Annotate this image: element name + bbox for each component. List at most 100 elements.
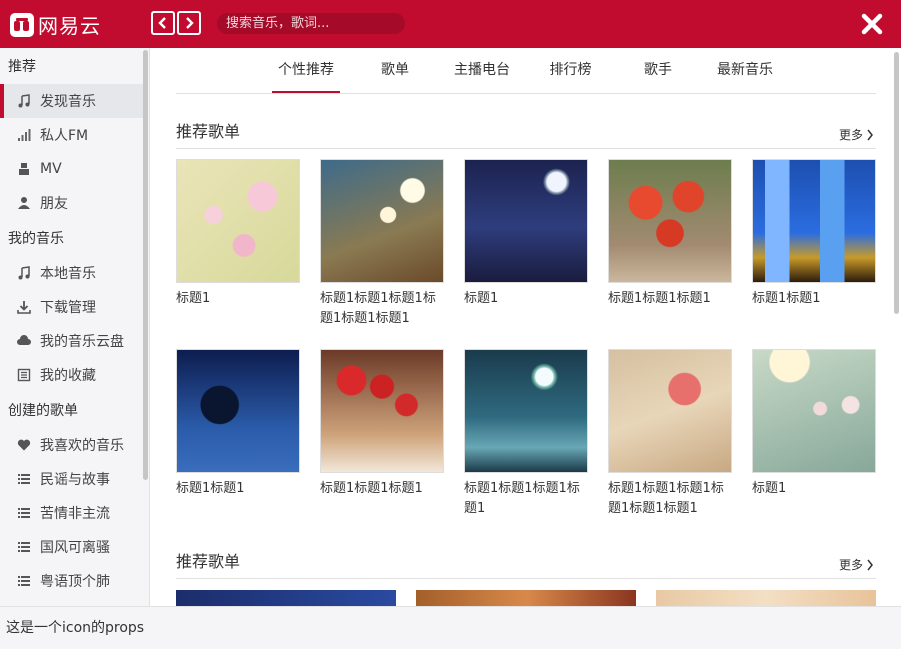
section-divider xyxy=(176,148,876,149)
music-note-icon xyxy=(16,265,32,281)
sidebar-item-label: 国风可离骚 xyxy=(40,540,110,556)
section-title: 推荐歌单 xyxy=(176,122,241,141)
sidebar: 推荐 发现音乐 私人FM MV 朋友 我的音乐 本地音乐 下载管理 我的音乐云盘 我的收藏 … xyxy=(0,48,150,606)
list-icon xyxy=(16,505,32,521)
search-input[interactable] xyxy=(217,13,405,34)
sidebar-item-label: 本地音乐 xyxy=(40,266,96,282)
sidebar-item[interactable]: 粤语顶个肺 xyxy=(0,564,143,598)
playlist-title[interactable]: 标题1 xyxy=(176,289,300,309)
status-bar: 这是一个icon的props xyxy=(0,606,901,649)
sidebar-item-label: 我的收藏 xyxy=(40,368,96,384)
main-scrollbar[interactable] xyxy=(894,52,899,314)
sidebar-section-recommend: 推荐 xyxy=(8,59,36,75)
sidebar-section-created-playlists: 创建的歌单 xyxy=(8,403,78,419)
playlist-card[interactable]: 标题1标题1标题1 xyxy=(320,349,444,499)
playlist-cover[interactable] xyxy=(416,590,636,606)
signal-bars-icon xyxy=(16,127,32,143)
back-button[interactable] xyxy=(151,11,175,35)
title-bar: 网易云 xyxy=(0,0,901,48)
playlist-cover[interactable] xyxy=(752,349,876,473)
more-link-2[interactable]: 更多 xyxy=(839,556,874,573)
sidebar-item-label: 我喜欢的音乐 xyxy=(40,438,124,454)
playlist-title[interactable]: 标题1标题1 xyxy=(176,479,300,499)
playlist-title[interactable]: 标题1标题1 xyxy=(752,289,876,309)
sidebar-item[interactable]: 民谣与故事 xyxy=(0,462,143,496)
tab-personal-recommend[interactable]: 个性推荐 xyxy=(272,60,340,93)
more-link[interactable]: 更多 xyxy=(839,126,874,143)
cloud-icon xyxy=(16,333,32,349)
close-icon xyxy=(861,13,883,35)
sidebar-item-label: 民谣与故事 xyxy=(40,472,110,488)
user-icon xyxy=(16,195,32,211)
playlist-card[interactable]: 标题1标题1 xyxy=(176,349,300,499)
more-label: 更多 xyxy=(839,128,864,142)
playlist-title[interactable]: 标题1标题1标题1 xyxy=(320,479,444,499)
sidebar-item[interactable]: MV xyxy=(0,152,143,186)
tab-charts[interactable]: 排行榜 xyxy=(548,60,593,93)
sidebar-item[interactable]: 国风可离骚 xyxy=(0,530,143,564)
heart-icon xyxy=(16,437,32,453)
sidebar-item-label: 下载管理 xyxy=(40,300,96,316)
playlist-cover[interactable] xyxy=(176,159,300,283)
sidebar-item[interactable]: 我的收藏 xyxy=(0,358,143,392)
sidebar-item[interactable]: 私人FM xyxy=(0,118,143,152)
sidebar-item-label: MV xyxy=(40,161,62,177)
sidebar-item[interactable]: 朋友 xyxy=(0,186,143,220)
netease-logo-icon xyxy=(10,12,34,37)
playlist-card[interactable]: 标题1 xyxy=(752,349,876,499)
playlist-cover[interactable] xyxy=(608,159,732,283)
sidebar-item[interactable]: 下载管理 xyxy=(0,290,143,324)
tab-radio[interactable]: 主播电台 xyxy=(452,60,512,93)
playlist-card[interactable]: 标题1标题1标题1标题1标题1标题1 xyxy=(320,159,444,329)
sidebar-item-label: 我的音乐云盘 xyxy=(40,334,124,350)
playlist-card[interactable]: 标题1标题1标题1标题1 xyxy=(464,349,588,519)
playlist-cover[interactable] xyxy=(656,590,876,606)
playlist-cover[interactable] xyxy=(464,159,588,283)
chevron-right-icon xyxy=(186,17,194,29)
app-logo[interactable]: 网易云 xyxy=(10,10,101,39)
sidebar-scrollbar[interactable] xyxy=(143,50,148,480)
sidebar-item[interactable]: 发现音乐 xyxy=(0,84,143,118)
playlist-cover[interactable] xyxy=(176,590,396,606)
sidebar-item-label: 私人FM xyxy=(40,128,89,144)
playlist-card[interactable]: 标题1标题1 xyxy=(752,159,876,309)
chevron-right-icon xyxy=(867,559,873,570)
playlist-cover[interactable] xyxy=(752,159,876,283)
sidebar-item-label: 发现音乐 xyxy=(40,94,96,110)
sidebar-item-label: 粤语顶个肺 xyxy=(40,574,110,590)
tab-bar: 个性推荐 歌单 主播电台 排行榜 歌手 最新音乐 xyxy=(176,48,876,94)
section-title-2: 推荐歌单 xyxy=(176,552,241,571)
video-icon xyxy=(16,161,32,177)
sidebar-item[interactable]: 苦情非主流 xyxy=(0,496,143,530)
music-note-icon xyxy=(16,93,32,109)
sidebar-section-my-music: 我的音乐 xyxy=(8,231,64,247)
playlist-title[interactable]: 标题1标题1标题1标题1标题1标题1 xyxy=(320,289,444,329)
playlist-cover[interactable] xyxy=(320,159,444,283)
playlist-cover[interactable] xyxy=(608,349,732,473)
tab-playlists[interactable]: 歌单 xyxy=(380,60,410,93)
playlist-card[interactable]: 标题1 xyxy=(176,159,300,309)
more-label: 更多 xyxy=(839,558,864,572)
playlist-card[interactable]: 标题1标题1标题1标题1标题1标题1 xyxy=(608,349,732,519)
tab-new-music[interactable]: 最新音乐 xyxy=(715,60,775,93)
playlist-title[interactable]: 标题1 xyxy=(752,479,876,499)
list-icon xyxy=(16,539,32,555)
playlist-title[interactable]: 标题1标题1标题1 xyxy=(608,289,732,309)
playlist-title[interactable]: 标题1标题1标题1标题1 xyxy=(464,479,588,519)
playlist-title[interactable]: 标题1标题1标题1标题1标题1标题1 xyxy=(608,479,732,519)
forward-button[interactable] xyxy=(177,11,201,35)
list-icon xyxy=(16,471,32,487)
tab-artists[interactable]: 歌手 xyxy=(643,60,673,93)
sidebar-item-label: 朋友 xyxy=(40,196,68,212)
download-icon xyxy=(16,299,32,315)
playlist-card[interactable]: 标题1标题1标题1 xyxy=(608,159,732,309)
playlist-card[interactable]: 标题1 xyxy=(464,159,588,309)
playlist-title[interactable]: 标题1 xyxy=(464,289,588,309)
sidebar-item[interactable]: 我喜欢的音乐 xyxy=(0,428,143,462)
close-button[interactable] xyxy=(861,13,883,35)
sidebar-item[interactable]: 本地音乐 xyxy=(0,256,143,290)
sidebar-item[interactable]: 我的音乐云盘 xyxy=(0,324,143,358)
playlist-cover[interactable] xyxy=(320,349,444,473)
playlist-cover[interactable] xyxy=(464,349,588,473)
playlist-cover[interactable] xyxy=(176,349,300,473)
